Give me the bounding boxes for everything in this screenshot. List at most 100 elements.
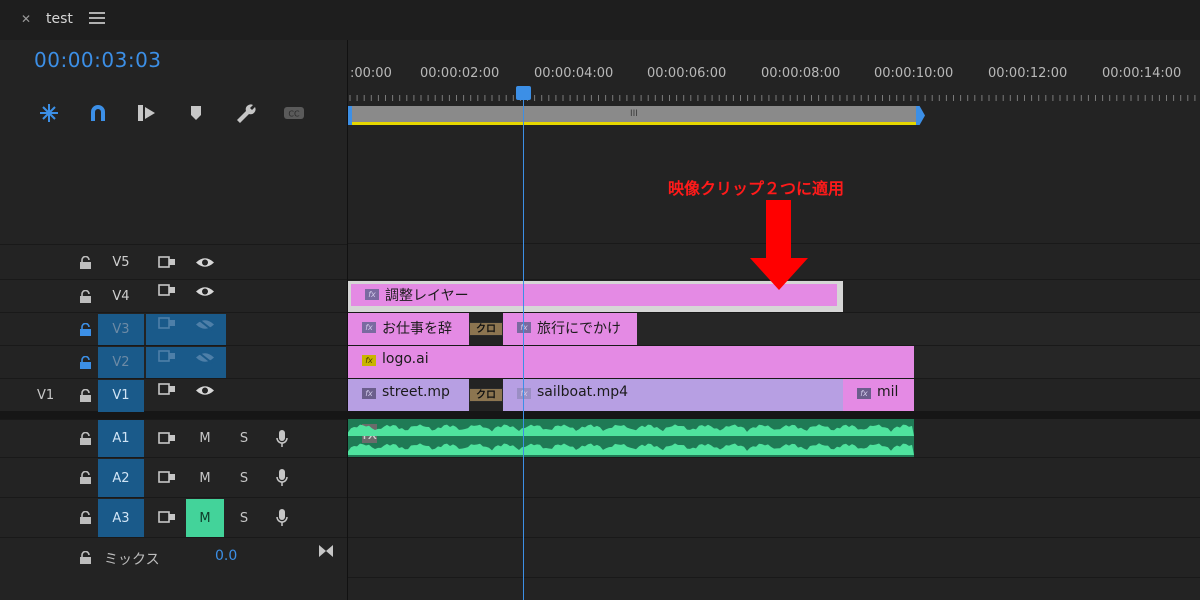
sync-icon[interactable] (158, 350, 176, 363)
sync-icon[interactable] (158, 432, 176, 445)
marker-icon[interactable] (184, 101, 208, 125)
lane-divider (348, 457, 1200, 458)
mic-icon[interactable] (276, 509, 288, 527)
wrench-icon[interactable] (233, 101, 257, 125)
ruler-label: 00:00:04:00 (534, 66, 614, 81)
mute-button-a3-active[interactable]: M (186, 499, 224, 538)
lock-icon[interactable] (80, 389, 91, 402)
clip-label: 旅行にでかけ (537, 321, 621, 337)
ruler-label: 00:00:10:00 (874, 66, 954, 81)
fx-badge: fx (365, 289, 379, 300)
track-header-a1: A1 M S (0, 419, 347, 458)
video-clip-v3-a[interactable]: fx お仕事を辞 (348, 313, 469, 345)
audio-clip-a1[interactable]: fx (348, 419, 914, 457)
snap-icon[interactable] (37, 101, 61, 125)
track-name-v1[interactable]: V1 (98, 380, 144, 412)
work-area-grip[interactable]: III (630, 109, 638, 119)
eye-off-icon[interactable] (195, 318, 215, 331)
track-name-v5[interactable]: V5 (98, 245, 144, 280)
lock-icon[interactable] (80, 471, 91, 484)
fx-badge: fx (517, 322, 531, 333)
playhead-line[interactable] (523, 87, 524, 600)
track-name-v4[interactable]: V4 (98, 280, 144, 313)
playhead-timecode[interactable]: 00:00:03:03 (34, 48, 162, 72)
ruler-label: :00:00 (350, 66, 392, 81)
mute-button-a2[interactable]: M (186, 459, 224, 498)
panel-menu-icon[interactable] (89, 12, 105, 28)
clip-label: mil (877, 384, 899, 400)
lock-icon[interactable] (80, 323, 91, 336)
track-header-v5: V5 (0, 244, 347, 279)
track-header-a2: A2 M S (0, 457, 347, 498)
clip-label: 調整レイヤー (385, 288, 469, 304)
audio-waveform (348, 424, 914, 455)
ruler-label: 00:00:14:00 (1102, 66, 1182, 81)
solo-button-a3[interactable]: S (232, 499, 256, 538)
lock-icon[interactable] (80, 256, 91, 269)
bowtie-icon[interactable] (318, 544, 334, 558)
eye-off-icon[interactable] (195, 351, 215, 364)
graphic-clip-logo[interactable]: fx logo.ai (348, 346, 914, 378)
captions-icon[interactable]: CC (282, 101, 306, 125)
lock-icon[interactable] (80, 290, 91, 303)
mute-button-a1[interactable]: M (186, 420, 224, 458)
lock-icon[interactable] (80, 551, 91, 564)
lane-divider (348, 497, 1200, 498)
magnet-icon[interactable] (86, 101, 110, 125)
track-header-a3: A3 M S (0, 497, 347, 538)
sync-icon[interactable] (158, 383, 176, 396)
playhead-handle[interactable] (516, 86, 531, 100)
track-name-v3[interactable]: V3 (98, 314, 144, 346)
lane-divider (348, 537, 1200, 538)
locked-empty-area (914, 346, 1200, 378)
eye-icon[interactable] (195, 256, 215, 269)
video-clip-mil[interactable]: fx mil (843, 379, 914, 411)
mic-icon[interactable] (276, 430, 288, 448)
ruler-label: 00:00:12:00 (988, 66, 1068, 81)
ruler-ticks (349, 95, 1196, 101)
eye-icon[interactable] (195, 285, 215, 298)
clip-label: お仕事を辞 (382, 321, 452, 337)
track-name-v2[interactable]: V2 (98, 347, 144, 379)
lock-icon[interactable] (80, 356, 91, 369)
lane-divider (348, 577, 1200, 578)
track-name-a1[interactable]: A1 (98, 420, 144, 458)
clip-label: sailboat.mp4 (537, 384, 629, 400)
sync-icon[interactable] (158, 284, 176, 297)
sync-icon[interactable] (158, 256, 176, 269)
annotation-arrow-shaft (766, 200, 791, 260)
work-area-start-handle[interactable] (348, 106, 352, 125)
clip-label: street.mp (382, 384, 450, 400)
eye-icon[interactable] (195, 384, 215, 397)
sync-icon[interactable] (158, 317, 176, 330)
close-tab-icon[interactable]: ✕ (21, 12, 35, 28)
track-name-a3[interactable]: A3 (98, 499, 144, 538)
svg-text:CC: CC (288, 110, 300, 119)
cross-dissolve-transition[interactable]: クロ (469, 322, 503, 336)
fx-badge: fx (517, 388, 531, 399)
solo-button-a1[interactable]: S (232, 420, 256, 458)
annotation-arrow-head (750, 258, 808, 290)
panel-tab-bar (0, 0, 1200, 40)
solo-button-a2[interactable]: S (232, 459, 256, 498)
mix-volume-value[interactable]: 0.0 (215, 548, 237, 564)
cross-dissolve-transition[interactable]: クロ (469, 388, 503, 402)
ruler-label: 00:00:02:00 (420, 66, 500, 81)
insert-icon[interactable] (135, 101, 159, 125)
sequence-tab-label[interactable]: test (46, 11, 73, 27)
lock-icon[interactable] (80, 511, 91, 524)
sync-icon[interactable] (158, 511, 176, 524)
video-clip-sailboat[interactable]: fx sailboat.mp4 (503, 379, 843, 411)
sync-icon[interactable] (158, 471, 176, 484)
video-clip-street[interactable]: fx street.mp (348, 379, 469, 411)
lock-icon[interactable] (80, 432, 91, 445)
ruler-label: 00:00:08:00 (761, 66, 841, 81)
track-name-a2[interactable]: A2 (98, 459, 144, 498)
track-header-v1: V1 V1 (0, 378, 347, 412)
track-header-v4: V4 (0, 279, 347, 312)
audio-video-separator (0, 411, 1200, 419)
mic-icon[interactable] (276, 469, 288, 487)
fx-badge: fx (857, 388, 871, 399)
track-header-v3: V3 (0, 312, 347, 346)
source-target-v1[interactable]: V1 (37, 388, 54, 403)
